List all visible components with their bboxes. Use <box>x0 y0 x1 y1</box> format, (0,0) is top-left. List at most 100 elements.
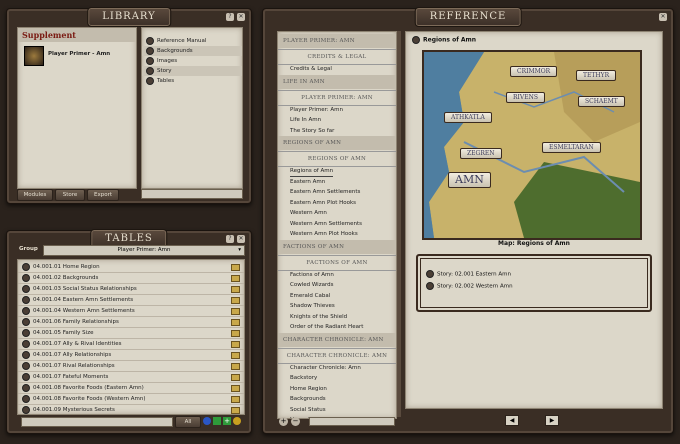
tables-search-input[interactable] <box>21 417 173 427</box>
help-icon[interactable]: ? <box>226 13 234 21</box>
toc-item[interactable]: Backstory <box>290 373 317 383</box>
table-row[interactable]: 04.001.09 Mysterious Secrets <box>18 405 244 414</box>
book-entry[interactable]: Player Primer - Amn <box>24 46 130 66</box>
table-row[interactable]: 04.001.07 Fateful Moments <box>18 372 244 383</box>
row-link-icon <box>22 306 30 315</box>
toc-scrollbar[interactable] <box>397 31 401 417</box>
toc-chapter[interactable]: Regions of Amn <box>278 136 396 150</box>
library-nav-item[interactable]: Images <box>142 56 242 66</box>
table-row[interactable]: 04.001.03 Social Status Relationships <box>18 284 244 295</box>
toc-item[interactable]: Western Amn Plot Hooks <box>290 229 358 239</box>
prev-page-button[interactable]: ◀ <box>505 415 519 426</box>
map-region-label[interactable]: ATHKATLA <box>444 112 492 123</box>
toc-item[interactable]: Eastern Amn Plot Hooks <box>290 198 356 208</box>
edit-icon[interactable] <box>233 417 241 425</box>
toc-item[interactable]: Player Primer: Amn <box>290 105 343 115</box>
toc-chapter[interactable]: Character Chronicle: Amn <box>278 332 396 347</box>
toc-item[interactable]: Eastern Amn Settlements <box>290 187 360 197</box>
close-icon[interactable]: ✕ <box>237 235 245 243</box>
table-row[interactable]: 04.001.08 Favorite Foods (Eastern Amn) <box>18 383 244 394</box>
toc-item[interactable]: Backgrounds <box>290 394 326 404</box>
toc-search-input[interactable] <box>309 417 395 426</box>
regions-map[interactable]: CRIMMOR TETHYR ATHKATLA ESMELTARAN RIVENS SCH… <box>422 50 642 240</box>
toc-item[interactable]: Credits & Legal <box>290 64 332 74</box>
toc-item[interactable]: Eastern Amn <box>290 177 325 187</box>
page-link-icon[interactable] <box>412 36 420 44</box>
toc-item[interactable]: Home Region <box>290 384 327 394</box>
toc-remove-icon[interactable]: − <box>291 417 300 426</box>
next-page-button[interactable]: ▶ <box>545 415 559 426</box>
table-row[interactable]: 04.001.07 Ally & Rival Identities <box>18 339 244 350</box>
toc-chapter[interactable]: Life in Amn <box>278 74 396 89</box>
map-region-label[interactable]: ZEGREN <box>460 148 502 159</box>
library-nav-item[interactable]: Tables <box>142 76 242 86</box>
close-icon[interactable]: ✕ <box>237 13 245 21</box>
table-row[interactable]: 04.001.08 Favorite Foods (Western Amn) <box>18 394 244 405</box>
toc-item[interactable]: Cowled Wizards <box>290 280 333 290</box>
table-row[interactable]: 04.001.04 Eastern Amn Settlements <box>18 295 244 306</box>
modules-button[interactable]: Modules <box>17 189 53 201</box>
row-link-icon <box>22 284 30 293</box>
toc-chapter[interactable]: Player Primer: Amn <box>278 34 396 48</box>
library-nav-item[interactable]: Story <box>142 66 242 76</box>
group-select[interactable]: Player Primer: Amn ▾ <box>43 245 245 256</box>
story-link-western[interactable]: Story: 02.002 Western Amn <box>426 282 513 290</box>
table-icon <box>231 297 240 304</box>
toc-chapter[interactable]: Factions of Amn <box>278 239 396 254</box>
row-link-icon <box>22 372 30 381</box>
map-region-label[interactable]: TETHYR <box>576 70 617 81</box>
library-search-input[interactable] <box>141 189 243 199</box>
table-row[interactable]: 04.001.07 Rival Relationships <box>18 361 244 372</box>
toc-item[interactable]: Social Status <box>290 405 326 415</box>
filter-green-icon[interactable] <box>213 417 221 425</box>
export-button[interactable]: Export <box>87 189 119 201</box>
help-icon[interactable]: ? <box>226 235 234 243</box>
store-button[interactable]: Store <box>55 189 85 201</box>
library-nav: Reference Manual Backgrounds Images Story Ta… <box>141 27 243 189</box>
toc-item[interactable]: Factions of Amn <box>290 270 334 280</box>
table-row[interactable]: 04.001.02 Backgrounds <box>18 273 244 284</box>
map-region-label[interactable]: ESMELTARAN <box>542 142 601 153</box>
toc-section[interactable]: Player Primer: Amn <box>278 89 396 106</box>
toc-item[interactable]: Shadow Thieves <box>290 301 335 311</box>
row-link-icon <box>22 317 30 326</box>
row-link-icon <box>22 383 30 392</box>
toc-item-selected[interactable]: Regions of Amn <box>290 166 334 177</box>
close-icon[interactable]: ✕ <box>659 13 667 21</box>
table-row[interactable]: 04.001.01 Home Region <box>18 262 244 273</box>
table-row[interactable]: 04.001.04 Western Amn Settlements <box>18 306 244 317</box>
story-link-icon <box>426 270 434 278</box>
table-row[interactable]: 04.001.07 Ally Relationships <box>18 350 244 361</box>
page-heading: Regions of Amn <box>412 36 476 44</box>
story-link-eastern[interactable]: Story: 02.001 Eastern Amn <box>426 270 511 278</box>
toc-item[interactable]: Order of the Radiant Heart <box>290 322 363 332</box>
table-row[interactable]: 04.001.05 Family Size <box>18 328 244 339</box>
library-nav-item[interactable]: Backgrounds <box>142 46 242 56</box>
toc-item[interactable]: Emerald Cabal <box>290 291 330 301</box>
map-region-label[interactable]: RIVENS <box>506 92 545 103</box>
library-nav-item[interactable]: Reference Manual <box>142 36 242 46</box>
add-icon[interactable]: + <box>223 417 231 425</box>
toc-item[interactable]: Western Amn Settlements <box>290 219 362 229</box>
table-row-label: 04.001.04 Western Amn Settlements <box>33 308 135 314</box>
toc-item[interactable]: The Story So far <box>290 126 334 136</box>
toc-add-icon[interactable]: + <box>279 417 288 426</box>
tables-list: 04.001.01 Home Region 04.001.02 Backgroun… <box>17 259 245 415</box>
toc-section[interactable]: Regions of Amn <box>278 151 396 167</box>
map-region-label[interactable]: AMN <box>448 172 491 188</box>
toc-section[interactable]: Character Chronicle: Amn <box>278 347 396 364</box>
toc-item[interactable]: Western Amn <box>290 208 327 218</box>
toc-section[interactable]: Factions of Amn <box>278 254 396 271</box>
filter-blue-icon[interactable] <box>203 417 211 425</box>
story-link-eastern-text: Story: 02.001 Eastern Amn <box>437 271 511 278</box>
toc-item[interactable]: Life In Amn <box>290 115 321 125</box>
table-row-label: 04.001.02 Backgrounds <box>33 275 99 281</box>
toc-item[interactable]: Knights of the Shield <box>290 312 347 322</box>
toc-section[interactable]: Credits & Legal <box>278 49 396 65</box>
table-row[interactable]: 04.001.06 Family Relationships <box>18 317 244 328</box>
map-region-label[interactable]: CRIMMOR <box>510 66 558 77</box>
toc-item[interactable]: Character Chronicle: Amn <box>290 363 361 373</box>
map-region-label[interactable]: SCHAEMT <box>578 96 625 107</box>
nav-bullet-icon <box>146 36 154 45</box>
all-filter-button[interactable]: All <box>175 416 201 428</box>
